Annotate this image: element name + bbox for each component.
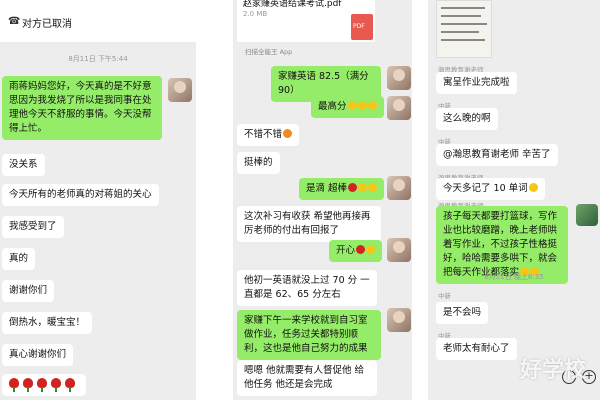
pdf-icon: PDF — [351, 14, 373, 40]
smile-icon — [366, 245, 376, 254]
timestamp: 8月21日 晚上8:35 — [484, 273, 544, 281]
sender-name: 中新 — [438, 292, 451, 300]
file-name: 赵家赚英语结课考试.pdf — [243, 0, 342, 9]
pdf-label: PDF — [353, 23, 365, 30]
message-bubble[interactable]: 老师太有耐心了 — [436, 338, 517, 360]
flower-icon — [9, 378, 19, 392]
message-text: 最高分 — [318, 101, 347, 112]
thumbs-up-icon — [367, 101, 377, 110]
avatar[interactable] — [387, 66, 411, 90]
message-bubble[interactable]: 不错不错 — [237, 124, 300, 146]
phone-icon: ☎ — [8, 16, 21, 27]
smile-icon — [358, 183, 368, 192]
chat-panel-middle: 赵家赚英语结课考试.pdf 2.0 MB PDF 扫描全能王 App 家赚英语 … — [233, 0, 412, 400]
message-bubble[interactable]: 雨蒋妈妈您好，今天真的是不好意思因为我发烧了所以是我同事在处理他今天不舒服的事情… — [2, 76, 162, 140]
smile-icon — [283, 129, 293, 138]
message-bubble[interactable]: 真心谢谢你们 — [2, 344, 74, 366]
flower-icon — [51, 378, 61, 392]
handwriting-line — [441, 39, 485, 41]
message-bubble[interactable]: 最高分 — [311, 96, 384, 118]
handwriting-line — [441, 31, 479, 33]
heart-icon — [356, 245, 366, 254]
message-text: 今天多记了 10 单词 — [443, 183, 528, 194]
message-text: 是滴 超棒 — [306, 183, 348, 194]
flower-emoji-message[interactable] — [2, 374, 86, 396]
message-text: 不错不错 — [244, 129, 283, 140]
message-bubble[interactable]: @瀚思教育谢老师 辛苦了 — [436, 144, 558, 166]
call-cancelled-bubble: ☎ 对方已取消 — [0, 0, 196, 42]
message-bubble[interactable]: 今天所有的老师真的对蒋姐的关心 — [2, 184, 159, 206]
message-bubble[interactable]: 今天多记了 10 单词 — [436, 178, 545, 200]
thumbs-up-icon — [357, 101, 367, 110]
avatar[interactable] — [387, 176, 411, 200]
file-size: 2.0 MB — [243, 10, 268, 18]
message-bubble[interactable]: 家赚下午一来学校就到自习室做作业，任务过关都特别顺利，这也是他自己努力的成果 — [237, 310, 381, 360]
message-bubble[interactable]: 谢谢你们 — [2, 280, 55, 302]
avatar[interactable] — [576, 204, 598, 226]
message-bubble[interactable]: 嗯嗯 他就需要有人督促他 给他任务 他还是会完成 — [237, 360, 377, 396]
message-bubble[interactable]: 是不会吗 — [436, 302, 489, 324]
avatar[interactable] — [387, 96, 411, 120]
call-cancelled-text: 对方已取消 — [22, 19, 72, 30]
flower-icon — [37, 378, 47, 392]
thumbs-up-icon — [347, 101, 357, 110]
avatar[interactable] — [168, 78, 192, 102]
thumbs-up-icon — [528, 183, 538, 192]
message-text: 孩子每天都要打篮球，写作业也比较磨蹭，晚上老师哄着写作业，不过孩子性格挺好，哈哈… — [443, 211, 558, 278]
smile-icon — [368, 183, 378, 192]
flower-icon — [23, 378, 33, 392]
avatar[interactable] — [387, 308, 411, 332]
handwriting-line — [441, 15, 481, 17]
message-text: 开心 — [336, 245, 356, 256]
chat-panel-right: 瀚思教育谢老师 寓呈作业完成啦 中新 这么晚的啊 中新 @瀚思教育谢老师 辛苦了… — [428, 0, 600, 400]
message-bubble[interactable]: 没关系 — [2, 154, 45, 176]
timestamp: 8月11日 下午5:44 — [68, 55, 128, 63]
message-bubble[interactable]: 这么晚的啊 — [436, 108, 498, 130]
flower-icon — [348, 183, 358, 192]
message-bubble[interactable]: 倒热水，暖宝宝！ — [2, 312, 93, 334]
message-bubble[interactable]: 我感受到了 — [2, 216, 64, 238]
message-bubble[interactable]: 开心 — [329, 240, 383, 262]
file-card[interactable]: 赵家赚英语结课考试.pdf 2.0 MB PDF — [237, 0, 375, 42]
flower-icon — [65, 378, 75, 392]
message-bubble[interactable]: 是滴 超棒 — [299, 178, 385, 200]
app-source: 扫描全能王 App — [245, 48, 293, 56]
message-bubble[interactable]: 寓呈作业完成啦 — [436, 72, 517, 94]
message-bubble[interactable]: 挺棒的 — [237, 152, 280, 174]
watermark: 好学校 — [520, 358, 587, 383]
homework-photo[interactable] — [436, 0, 492, 58]
chat-panel-left: ☎ 对方已取消 8月11日 下午5:44 雨蒋妈妈您好，今天真的是不好意思因为我… — [0, 0, 196, 400]
message-bubble[interactable]: 他初一英语就没上过 70 分 一直都是 62、65 分左右 — [237, 270, 377, 306]
handwriting-line — [441, 23, 487, 25]
handwriting-line — [441, 7, 485, 9]
message-bubble[interactable]: 这次补习有收获 希望他再接再厉老师的付出有回报了 — [237, 206, 381, 242]
message-bubble[interactable]: 真的 — [2, 248, 36, 270]
avatar[interactable] — [387, 238, 411, 262]
